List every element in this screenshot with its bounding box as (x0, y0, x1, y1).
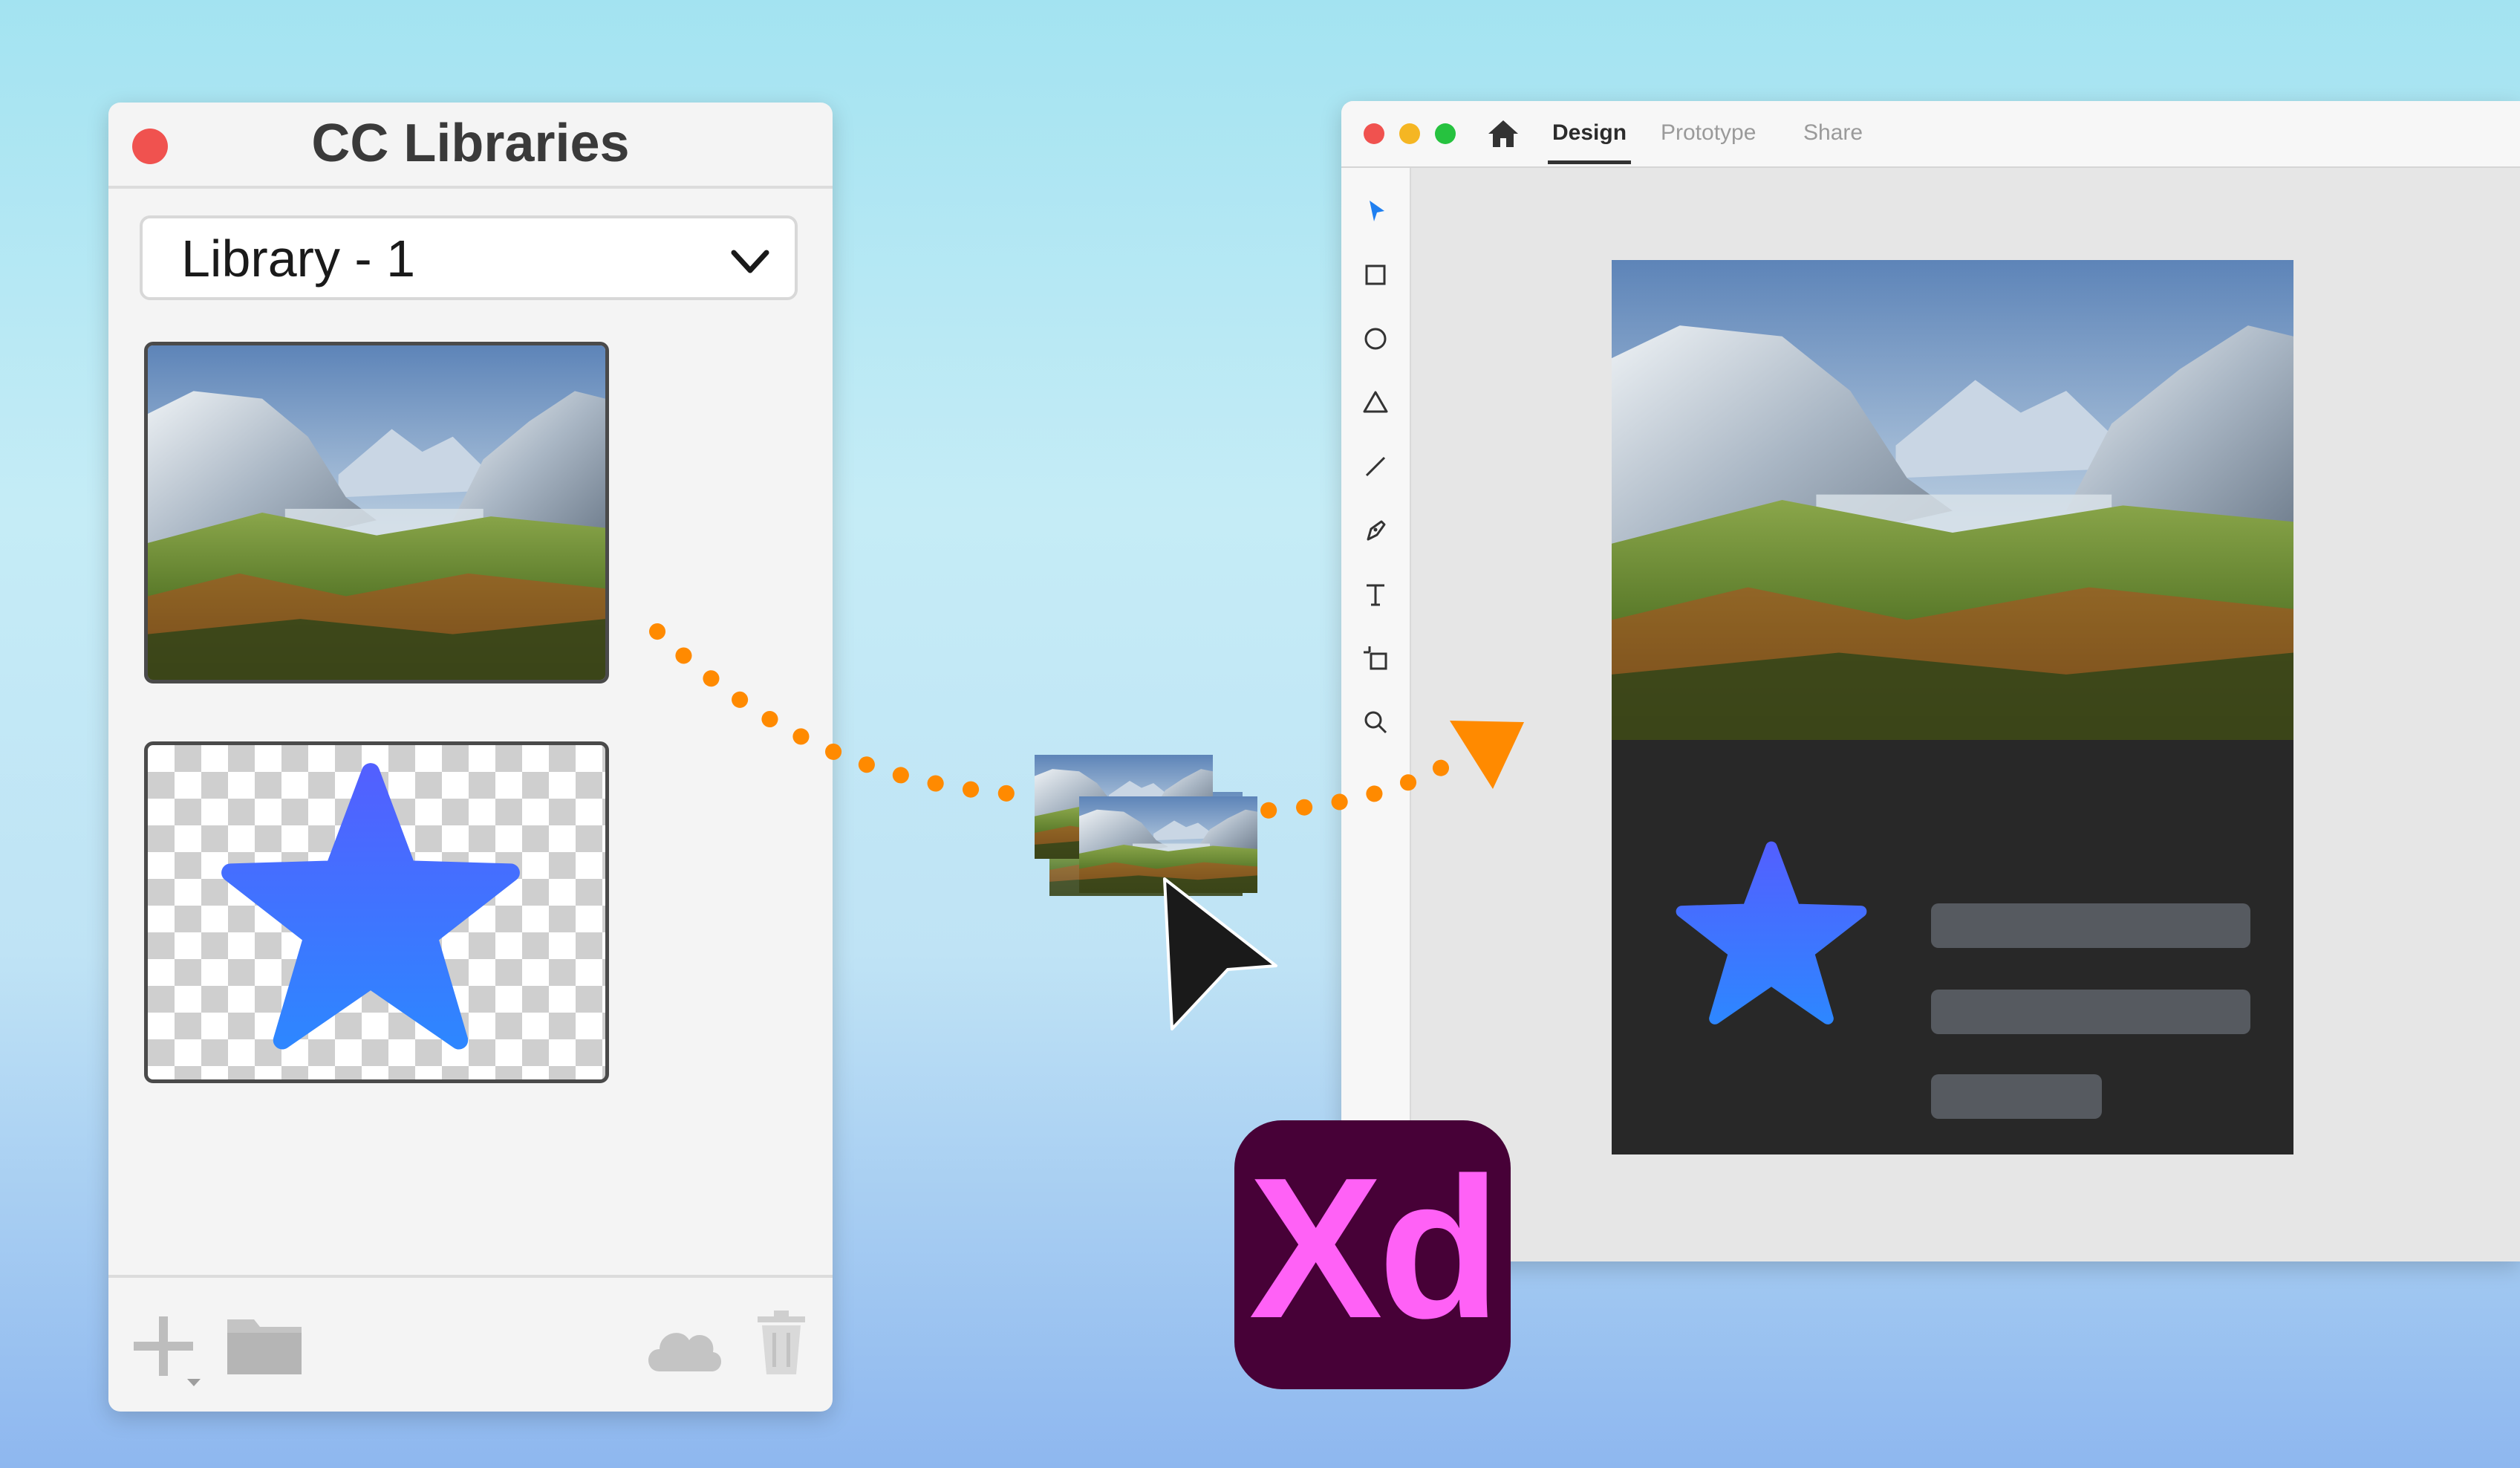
active-tab-indicator (1548, 160, 1631, 164)
cc-libraries-panel: CC Libraries Library - 1 (108, 103, 833, 1412)
window-maximize-button[interactable] (1435, 123, 1456, 144)
placeholder-text-bar (1931, 903, 2250, 948)
library-asset-landscape[interactable] (144, 342, 609, 683)
library-dropdown[interactable]: Library - 1 (140, 215, 798, 300)
adobe-xd-logo: Xd (1234, 1120, 1511, 1389)
trash-icon[interactable] (755, 1311, 808, 1376)
tab-design[interactable]: Design (1552, 120, 1627, 146)
xd-titlebar: Design Prototype Share (1341, 101, 2520, 168)
panel-bottom-toolbar (108, 1275, 833, 1412)
landscape-image (148, 345, 605, 680)
artboard-landscape-image (1612, 260, 2293, 740)
zoom-icon[interactable] (1359, 706, 1392, 738)
text-icon[interactable] (1359, 578, 1392, 611)
rectangle-icon[interactable] (1359, 259, 1392, 291)
pen-icon[interactable] (1359, 514, 1392, 547)
tab-share[interactable]: Share (1803, 120, 1863, 146)
artboard[interactable] (1612, 260, 2293, 1154)
cloud-icon[interactable] (643, 1319, 725, 1373)
polygon-icon[interactable] (1359, 386, 1392, 419)
xd-tools-toolbar (1341, 168, 1411, 1261)
window-minimize-button[interactable] (1399, 123, 1420, 144)
panel-titlebar: CC Libraries (108, 103, 833, 189)
artboard-star-graphic (1671, 839, 1872, 1034)
xd-logo-text: Xd (1248, 1137, 1500, 1360)
star-graphic (215, 760, 527, 1065)
select-icon[interactable] (1359, 195, 1392, 227)
plus-icon[interactable] (129, 1312, 211, 1386)
library-asset-star[interactable] (144, 741, 609, 1083)
library-dropdown-label: Library - 1 (181, 230, 416, 288)
artboard-icon[interactable] (1359, 642, 1392, 675)
line-icon[interactable] (1359, 450, 1392, 483)
placeholder-text-bar (1931, 1074, 2102, 1119)
placeholder-text-bar (1931, 990, 2250, 1034)
mouse-cursor-icon (1163, 877, 1277, 1030)
panel-title: CC Libraries (311, 114, 630, 173)
ellipse-icon[interactable] (1359, 322, 1392, 355)
xd-window: Design Prototype Share (1341, 101, 2520, 1261)
window-close-button[interactable] (1364, 123, 1384, 144)
tab-prototype[interactable]: Prototype (1661, 120, 1756, 146)
chevron-down-icon (731, 250, 769, 273)
folder-icon[interactable] (226, 1312, 303, 1376)
home-icon[interactable] (1487, 119, 1520, 149)
